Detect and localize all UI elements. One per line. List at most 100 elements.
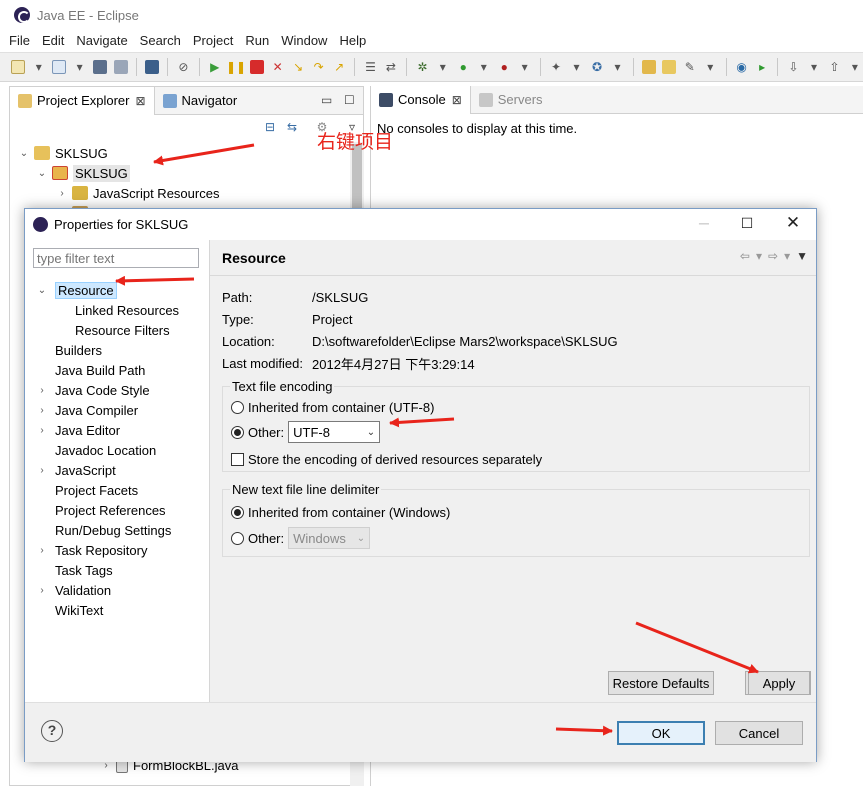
filter-input[interactable] — [33, 248, 199, 268]
chevron-right-icon[interactable]: › — [56, 188, 68, 199]
restore-defaults-button[interactable]: Restore Defaults — [608, 671, 714, 695]
menu-window[interactable]: Window — [281, 33, 327, 48]
store-encoding-checkbox[interactable]: Store the encoding of derived resources … — [231, 449, 542, 469]
properties-tree-item[interactable]: Resource Filters — [75, 320, 170, 340]
properties-tree-item[interactable]: WikiText — [37, 600, 103, 620]
close-icon[interactable]: ✕ — [783, 213, 803, 233]
menu-project[interactable]: Project — [193, 33, 233, 48]
new-server-icon[interactable]: ✦ — [548, 58, 564, 76]
properties-tree-item[interactable]: Javadoc Location — [37, 440, 156, 460]
properties-tree-item[interactable]: ⌄ Resource — [37, 280, 117, 300]
maximize-icon[interactable]: ☐ — [737, 213, 757, 233]
menu-run[interactable]: Run — [245, 33, 269, 48]
properties-tree-item[interactable]: › Validation — [37, 580, 111, 600]
menu-help[interactable]: Help — [339, 33, 366, 48]
tab-navigator[interactable]: Navigator — [155, 87, 246, 115]
chevron-down-icon[interactable]: ▾ — [30, 58, 46, 76]
help-icon[interactable]: ? — [41, 720, 63, 742]
properties-tree-item[interactable]: Project Facets — [37, 480, 138, 500]
tab-servers[interactable]: Servers — [471, 86, 551, 114]
globe-icon[interactable]: ◉ — [733, 58, 749, 76]
properties-tree-item[interactable]: › Java Editor — [37, 420, 120, 440]
back-icon[interactable]: ⇦ — [740, 249, 750, 263]
ok-button[interactable]: OK — [617, 721, 705, 745]
properties-tree-item[interactable]: Builders — [37, 340, 102, 360]
run-icon[interactable]: ● — [455, 58, 471, 76]
chevron-down-icon[interactable]: ⌄ — [37, 285, 47, 296]
previous-annotation-icon[interactable]: ⇧ — [826, 58, 842, 76]
chevron-right-icon[interactable]: › — [37, 385, 47, 396]
open-type-icon[interactable] — [641, 58, 657, 76]
scrollbar-thumb[interactable] — [352, 144, 362, 214]
forward-icon[interactable]: ⇨ — [768, 249, 778, 263]
terminal-icon[interactable] — [144, 58, 160, 76]
radio-selected-icon[interactable] — [231, 425, 244, 439]
chevron-down-icon[interactable]: ⌄ — [18, 148, 30, 159]
chevron-down-icon[interactable]: ▾ — [806, 58, 822, 76]
chevron-right-icon[interactable]: › — [37, 425, 47, 436]
chevron-down-icon[interactable]: ▾ — [476, 58, 492, 76]
chevron-down-icon[interactable]: ▾ — [516, 58, 532, 76]
debug-icon[interactable]: ✲ — [414, 58, 430, 76]
suspend-icon[interactable]: ❚❚ — [226, 58, 246, 76]
close-icon[interactable]: ⊠ — [452, 93, 462, 107]
properties-tree-item[interactable]: Linked Resources — [75, 300, 179, 320]
new-wizard-icon[interactable] — [51, 58, 67, 76]
chevron-down-icon[interactable]: ▾ — [847, 58, 863, 76]
delimiter-other-radio[interactable]: Other: Windows ⌄ — [231, 527, 371, 549]
menu-search[interactable]: Search — [140, 33, 181, 48]
maximize-icon[interactable]: ☐ — [344, 93, 355, 107]
chevron-down-icon[interactable]: ▾ — [609, 58, 625, 76]
checkbox-icon[interactable] — [231, 452, 244, 466]
properties-tree-item[interactable]: › Java Code Style — [37, 380, 149, 400]
radio-icon[interactable] — [231, 400, 244, 414]
minimize-icon[interactable]: ▭ — [321, 93, 332, 107]
menu-edit[interactable]: Edit — [42, 33, 64, 48]
external-tools-icon[interactable]: ● — [496, 58, 512, 76]
next-annotation-icon[interactable]: ⇩ — [785, 58, 801, 76]
cancel-button[interactable]: Cancel — [715, 721, 803, 745]
tree-item-js-resources[interactable]: › JavaScript Resources — [56, 183, 219, 203]
terminate-icon[interactable] — [249, 58, 265, 76]
disconnect-icon[interactable]: ✕ — [269, 58, 285, 76]
encoding-inherited-radio[interactable]: Inherited from container (UTF-8) — [231, 397, 434, 417]
step-over-icon[interactable]: ↷ — [310, 58, 326, 76]
properties-tree-item[interactable]: Java Build Path — [37, 360, 145, 380]
save-all-icon[interactable] — [112, 58, 128, 76]
properties-tree-item[interactable]: Run/Debug Settings — [37, 520, 171, 540]
new-java-class-icon[interactable]: ✪ — [589, 58, 605, 76]
save-icon[interactable] — [92, 58, 108, 76]
chevron-down-icon[interactable]: ▾ — [435, 58, 451, 76]
chevron-right-icon[interactable]: › — [37, 545, 47, 556]
apply-button[interactable]: Apply — [748, 671, 810, 695]
menu-file[interactable]: File — [9, 33, 30, 48]
resume-icon[interactable]: ▶ — [207, 58, 223, 76]
tree-item-project[interactable]: ⌄ SKLSUG — [18, 143, 108, 163]
link-editor-icon[interactable]: ⇆ — [284, 120, 300, 136]
encoding-other-radio[interactable]: Other: UTF-8 ⌄ — [231, 421, 381, 443]
skip-breakpoints-icon[interactable]: ⊘ — [175, 58, 191, 76]
wrap-icon[interactable]: ☰ — [362, 58, 378, 76]
use-step-filters-icon[interactable]: ⇄ — [383, 58, 399, 76]
step-into-icon[interactable]: ↘ — [290, 58, 306, 76]
chevron-right-icon[interactable]: › — [37, 405, 47, 416]
open-folder-icon[interactable] — [661, 58, 677, 76]
chevron-down-icon[interactable]: ▾ — [784, 249, 790, 263]
properties-tree-item[interactable]: › Java Compiler — [37, 400, 138, 420]
properties-tree-item[interactable]: › JavaScript — [37, 460, 115, 480]
delimiter-select[interactable]: Windows ⌄ — [288, 527, 371, 549]
properties-tree-item[interactable]: Task Tags — [37, 560, 113, 580]
properties-tree-item[interactable]: Project References — [37, 500, 166, 520]
properties-tree-item[interactable]: › Task Repository — [37, 540, 147, 560]
encoding-select[interactable]: UTF-8 ⌄ — [288, 421, 381, 443]
tab-project-explorer[interactable]: Project Explorer ⊠ — [10, 86, 155, 115]
close-icon[interactable]: ⊠ — [135, 94, 145, 108]
chevron-right-icon[interactable]: › — [37, 465, 47, 476]
tab-console[interactable]: Console ⊠ — [371, 85, 471, 114]
chevron-right-icon[interactable]: › — [37, 585, 47, 596]
minimize-icon[interactable]: ─ — [694, 213, 714, 233]
delimiter-inherited-radio[interactable]: Inherited from container (Windows) — [231, 502, 450, 522]
run-last-icon[interactable]: ▸ — [754, 58, 770, 76]
tree-item-project-selected[interactable]: ⌄ SKLSUG — [36, 163, 130, 183]
chevron-down-icon[interactable]: ▾ — [702, 58, 718, 76]
